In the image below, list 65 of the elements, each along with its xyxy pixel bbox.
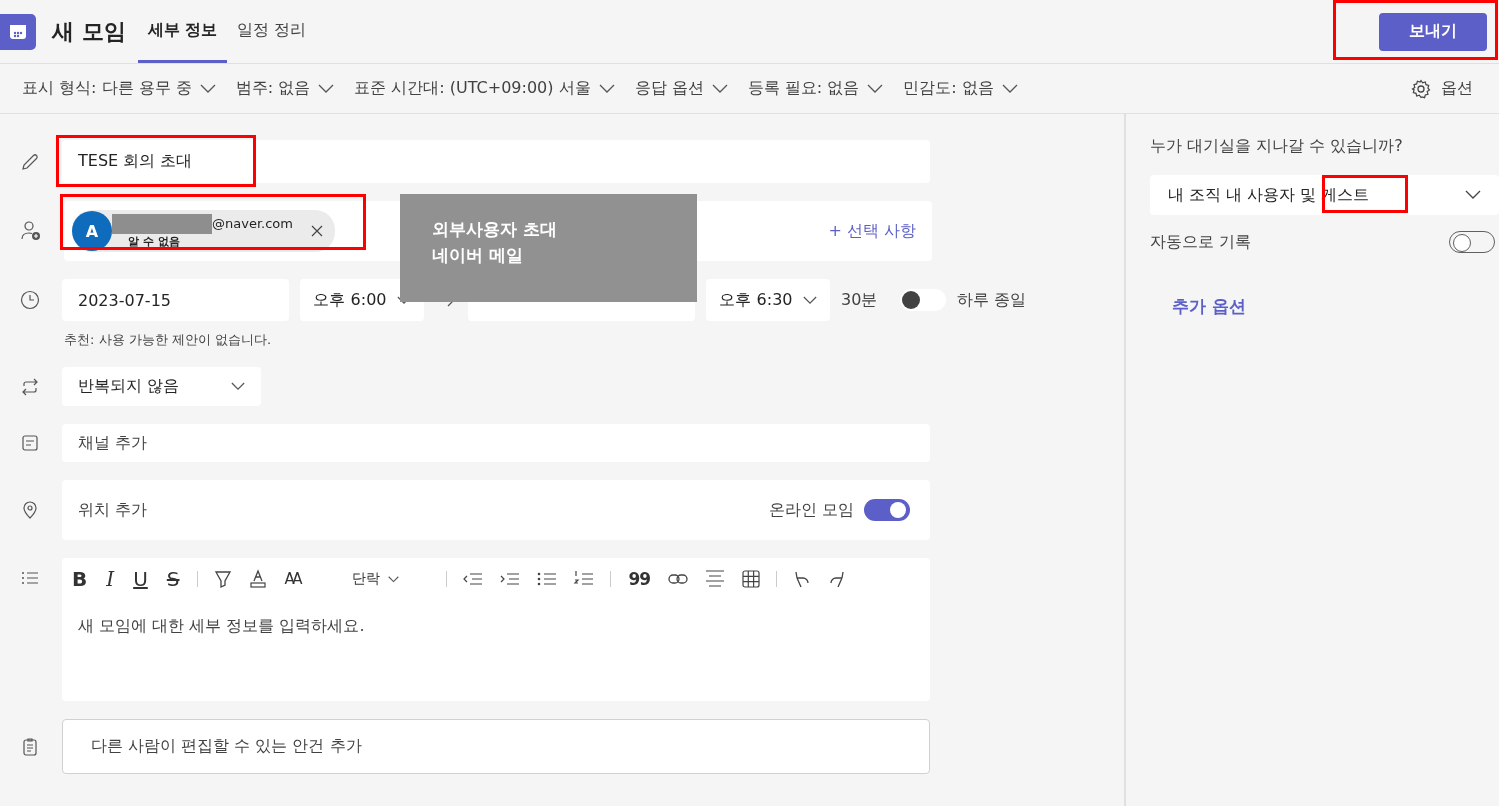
optional-link[interactable]: + 선택 사항 [828,220,916,242]
caret-icon [598,83,615,94]
close-icon[interactable] [310,225,323,237]
more-options-link[interactable]: 추가 옵션 [1172,295,1499,318]
tab[interactable]: 세부 정보 [137,0,228,63]
location-icon [20,500,40,520]
end-time-dropdown[interactable]: 오후 6:30 [706,279,830,321]
location-placeholder: 위치 추가 [78,499,148,521]
duration-text: 30분 [841,289,878,311]
caret-icon [199,83,216,94]
option-dropdown[interactable]: 응답 옵션 [634,78,728,99]
caret-icon [802,295,817,305]
editor-placeholder: 새 모임에 대한 세부 정보를 입력하세요. [78,616,366,637]
suggestion-text: 추천: 사용 가능한 제안이 없습니다. [64,331,273,349]
attendee-chip[interactable]: A @naver.com 알 수 없음 [72,210,335,252]
add-person-icon [20,220,42,242]
caret-icon [231,382,245,391]
format-button[interactable]: U [131,567,150,591]
caret-icon [711,83,728,94]
caret-icon [1001,83,1018,94]
format-button[interactable]: B [70,567,90,591]
clipboard-icon [20,736,40,757]
option-dropdown[interactable]: 범주: 없음 [235,78,335,99]
caret-icon [388,575,400,583]
format-button[interactable]: S [164,567,182,591]
all-day-toggle[interactable] [900,289,947,311]
details-editor[interactable]: B I U S AA 단락 99 새 모임에 대한 세부 정보를 입력하세요. [62,558,930,701]
option-dropdown[interactable]: 표준 시간대: (UTC+09:00) 서울 [354,78,615,99]
all-day-label: 하루 종일 [957,289,1027,311]
clock-icon [20,290,40,310]
option-dropdown[interactable]: 민감도: 없음 [903,78,1018,99]
caret-icon [318,83,335,94]
send-button[interactable]: 보내기 [1379,12,1487,51]
title-field[interactable]: TESE 회의 초대 [62,140,930,183]
attendee-status: 알 수 없음 [128,233,181,249]
table-icon[interactable] [741,569,762,589]
record-label: 자동으로 기록 [1150,231,1252,253]
format-button[interactable]: I [104,567,117,591]
highlighter-icon[interactable] [212,569,233,589]
repeat-dropdown[interactable]: 반복되지 않음 [62,367,261,406]
font-size-button[interactable]: AA [282,570,302,588]
tooltip-text: 외부사용자 초대 [432,218,558,241]
lobby-question: 누가 대기실을 지나갈 수 있습니까? [1150,136,1404,157]
repeat-icon [20,376,40,397]
channel-field[interactable]: 채널 추가 [62,424,930,462]
quote-button[interactable]: 99 [626,569,653,589]
online-meeting-label: 온라인 모임 [768,499,854,521]
font-color-icon[interactable] [247,569,268,589]
option-dropdown[interactable]: 등록 필요: 없음 [747,78,884,99]
channel-icon [20,433,40,453]
location-field[interactable]: 위치 추가 온라인 모임 [62,480,930,540]
attendee-email: @naver.com [212,216,293,231]
tab[interactable]: 일정 정리 [227,0,317,63]
caret-icon [867,83,884,94]
caret-icon [1465,190,1481,200]
start-date-field[interactable]: 2023-07-15 [62,279,289,321]
settings-button[interactable]: 옵션 [1411,78,1473,99]
gear-icon [1411,78,1431,99]
align-icon[interactable] [704,568,727,590]
online-meeting-toggle[interactable] [864,499,910,521]
option-dropdown[interactable]: 표시 형식: 다른 용무 중 [22,78,216,99]
paragraph-dropdown[interactable]: 단락 [350,570,402,588]
agenda-field[interactable]: 다른 사람이 편집할 수 있는 안건 추가 [62,719,930,774]
pencil-icon [20,151,40,172]
window-title: 새 모임 [52,17,126,46]
